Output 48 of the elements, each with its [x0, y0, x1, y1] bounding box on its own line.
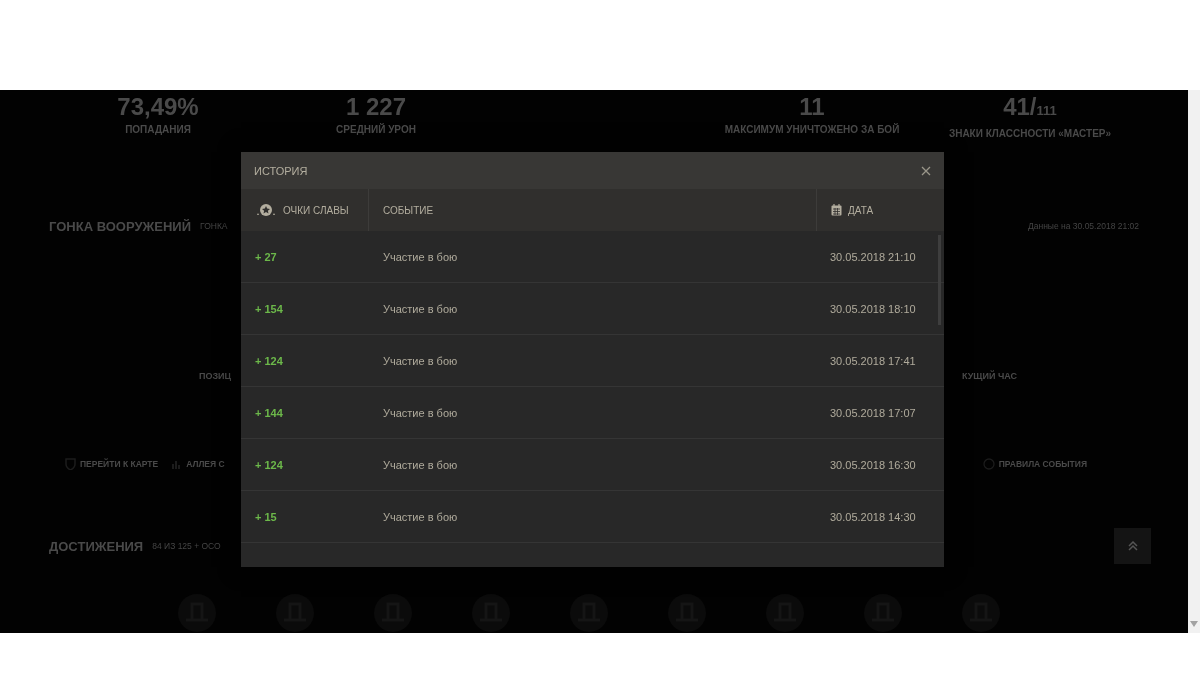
page-link[interactable]: ПРАВИЛА СОБЫТИЯ [982, 458, 1087, 470]
points-cell-text: + 144 [254, 406, 284, 419]
points-cell-text: + 15 [254, 510, 278, 523]
scroll-down-arrow-icon[interactable] [1188, 619, 1200, 629]
points-cell-text: + 154 [254, 302, 284, 315]
bar-chart-icon [172, 459, 183, 469]
section-title: ГОНКА ВООРУЖЕНИЙ [49, 218, 191, 234]
column-header: СОБЫТИЕ [383, 204, 434, 216]
close-button[interactable] [920, 164, 932, 177]
event-cell-text: Участие в бою [382, 406, 459, 419]
stat-label: МАКСИМУМ УНИЧТОЖЕНО ЗА БОЙ [724, 124, 900, 135]
date-cell-text: 30.05.2018 18:10 [829, 302, 917, 315]
section-subtitle: ГОНКА [200, 221, 228, 231]
date-cell-text: 30.05.2018 16:30 [829, 458, 917, 471]
page-link[interactable]: ПЕРЕЙТИ К КАРТЕ [65, 458, 159, 470]
section-title: ДОСТИЖЕНИЯ [49, 538, 144, 554]
event-cell-text: Участие в бою [382, 250, 459, 263]
points-cell-text: + 27 [254, 250, 278, 263]
stat-value: 73,49% [117, 92, 199, 122]
calendar-icon [831, 204, 842, 216]
points-cell-text: + 124 [254, 458, 284, 471]
column-header: ДАТА [848, 204, 874, 216]
star-badge-icon [255, 203, 277, 217]
close-icon [920, 164, 932, 177]
shield-icon [65, 458, 76, 470]
event-cell-text: Участие в бою [382, 302, 459, 315]
date-cell-text: 30.05.2018 17:07 [829, 406, 917, 419]
event-cell-text: Участие в бою [382, 354, 459, 367]
stat-label: СРЕДНИЙ УРОН [336, 124, 416, 135]
position-label: ПОЗИЦ [199, 371, 232, 381]
stat-label: ЗНАКИ КЛАССНОСТИ «МАСТЕР» [948, 128, 1112, 139]
double-chevron-up-icon [1127, 541, 1138, 551]
dialog-title: ИСТОРИЯ [254, 164, 308, 177]
stat-value: 41/111 [1003, 92, 1057, 122]
hour-label: КУЩИЙ ЧАС [961, 371, 1017, 381]
scroll-top-button[interactable] [1114, 528, 1151, 564]
event-cell-text: Участие в бою [382, 510, 459, 523]
stat-label: ПОПАДАНИЯ [125, 124, 191, 135]
page-link[interactable]: АЛЛЕЯ С [172, 458, 225, 470]
column-header: ОЧКИ СЛАВЫ [283, 204, 349, 216]
date-cell-text: 30.05.2018 21:10 [829, 250, 917, 263]
help-icon [982, 458, 995, 470]
stat-value: 1 227 [345, 92, 407, 122]
date-cell-text: 30.05.2018 17:41 [829, 354, 917, 367]
date-cell-text: 30.05.2018 14:30 [829, 510, 917, 523]
event-cell-text: Участие в бою [382, 458, 459, 471]
stat-value: 11 [799, 92, 825, 122]
points-cell-text: + 124 [254, 354, 284, 367]
